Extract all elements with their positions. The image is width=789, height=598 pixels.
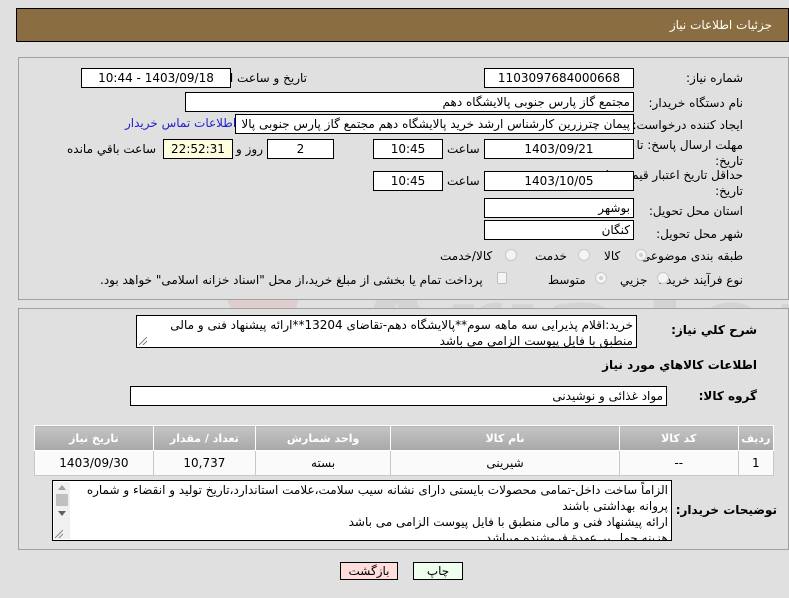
resize-grip-icon[interactable]: [139, 337, 147, 345]
process-radio-medium[interactable]: [595, 272, 607, 284]
treasury-checkbox[interactable]: [497, 272, 507, 284]
need-number-label: شماره نیاز:: [686, 71, 743, 85]
buyer-notes-line-1: الزاماً ساخت داخل-تمامی محصولات بایستی د…: [86, 483, 668, 513]
cell-unit: بسته: [254, 450, 392, 476]
col-code: کد کالا: [618, 425, 739, 451]
buyer-notes-line-2: ارائه پیشنهاد فنی و مالی منطبق با فایل پ…: [348, 515, 668, 529]
category-option-goods-service: کالا/خدمت: [440, 249, 493, 263]
reply-deadline-label-2: تاریخ:: [715, 154, 743, 168]
table-row[interactable]: 1 -- شیرینی بسته 10,737 1403/09/30: [34, 450, 775, 476]
treasury-note: پرداخت تمام یا بخشی از مبلغ خرید،از محل …: [100, 273, 483, 287]
reply-deadline-date-field[interactable]: 1403/09/21: [484, 139, 634, 159]
resize-grip-icon[interactable]: [55, 530, 63, 538]
cell-date: 1403/09/30: [34, 450, 154, 476]
city-label: شهر محل تحویل:: [656, 227, 743, 241]
buyer-org-label: نام دستگاه خریدار:: [648, 96, 744, 110]
category-radio-goods-service[interactable]: [505, 249, 517, 261]
col-row: ردیف: [737, 425, 775, 451]
buyer-notes-textarea[interactable]: الزاماً ساخت داخل-تمامی محصولات بایستی د…: [52, 480, 672, 541]
price-validity-date-field[interactable]: 1403/10/05: [484, 171, 634, 191]
reply-deadline-time-field[interactable]: 10:45: [373, 139, 443, 159]
goods-table: ردیف کد کالا نام کالا واحد شمارش تعداد /…: [34, 425, 775, 476]
time-remaining-field[interactable]: 22:52:31: [163, 139, 233, 159]
city-field[interactable]: کنگان: [484, 220, 634, 240]
price-validity-time-field[interactable]: 10:45: [373, 171, 443, 191]
description-label: شرح کلي نیاز:: [671, 323, 757, 337]
days-remaining-field[interactable]: 2: [267, 139, 334, 159]
print-button[interactable]: چاپ: [413, 562, 463, 580]
goods-group-label: گروه کالا:: [698, 389, 757, 403]
cell-code: --: [618, 450, 739, 476]
cell-qty: 10,737: [152, 450, 257, 476]
need-number-field[interactable]: 1103097684000668: [484, 68, 634, 88]
reply-deadline-label: مهلت ارسال پاسخ: تا: [636, 138, 743, 152]
category-option-goods: کالا: [604, 249, 621, 263]
category-radio-service[interactable]: [578, 249, 590, 261]
buyer-contact-link[interactable]: اطلاعات تماس خریدار: [125, 116, 236, 130]
col-qty: تعداد / مقدار: [152, 425, 257, 451]
page-header: جزئیات اطلاعات نیاز: [16, 8, 789, 42]
category-label: طبقه بندی موضوعی:: [636, 249, 743, 263]
scroll-down-icon[interactable]: [58, 511, 66, 516]
col-date: تاریخ نیاز: [34, 425, 154, 451]
process-type-label: نوع فرآیند خرید :: [658, 273, 743, 287]
price-validity-time-label: ساعت: [447, 174, 480, 188]
page-title: جزئیات اطلاعات نیاز: [669, 18, 772, 32]
buyer-notes-label: توضیحات خریدار:: [675, 503, 777, 517]
col-unit: واحد شمارش: [254, 425, 392, 451]
goods-table-header: ردیف کد کالا نام کالا واحد شمارش تعداد /…: [34, 425, 775, 451]
back-button[interactable]: بازگشت: [340, 562, 398, 580]
province-field[interactable]: بوشهر: [484, 198, 634, 218]
scroll-up-icon[interactable]: [58, 485, 66, 490]
cell-row: 1: [737, 450, 775, 476]
requester-field[interactable]: پیمان چترزرین کارشناس ارشد خرید پالایشگا…: [235, 114, 634, 134]
reply-time-label: ساعت: [447, 142, 480, 156]
goods-section-title: اطلاعات کالاهاي مورد نیاز: [602, 358, 757, 372]
goods-group-field[interactable]: مواد غذائی و نوشیدنی: [130, 386, 667, 406]
buyer-notes-scrollbar[interactable]: [54, 482, 70, 539]
process-option-medium: متوسط: [548, 273, 586, 287]
announce-datetime-field[interactable]: 1403/09/18 - 10:44: [81, 68, 231, 88]
province-label: استان محل تحویل:: [648, 204, 743, 218]
days-label: روز و: [236, 142, 263, 156]
category-option-service: خدمت: [535, 249, 567, 263]
category-radio-goods[interactable]: [635, 249, 647, 261]
buyer-notes-line-3: هزینه حمل بر عهدة فروشنده میباشد.: [481, 531, 668, 541]
price-validity-label-2: تاریخ:: [715, 184, 743, 198]
col-name: نام کالا: [390, 425, 620, 451]
requester-label: ایجاد کننده درخواست:: [632, 118, 743, 132]
time-remaining-label: ساعت باقي مانده: [67, 142, 157, 156]
description-textarea[interactable]: خرید:اقلام پذیرایی سه ماهه سوم**پالایشگا…: [136, 315, 637, 348]
process-radio-minor[interactable]: [657, 272, 669, 284]
process-option-minor: جزیي: [620, 273, 648, 287]
buyer-org-field[interactable]: مجتمع گاز پارس جنوبی پالایشگاه دهم: [185, 92, 634, 112]
cell-name: شیرینی: [390, 450, 620, 476]
scroll-thumb[interactable]: [56, 494, 68, 506]
description-text: خرید:اقلام پذیرایی سه ماهه سوم**پالایشگا…: [170, 318, 633, 348]
